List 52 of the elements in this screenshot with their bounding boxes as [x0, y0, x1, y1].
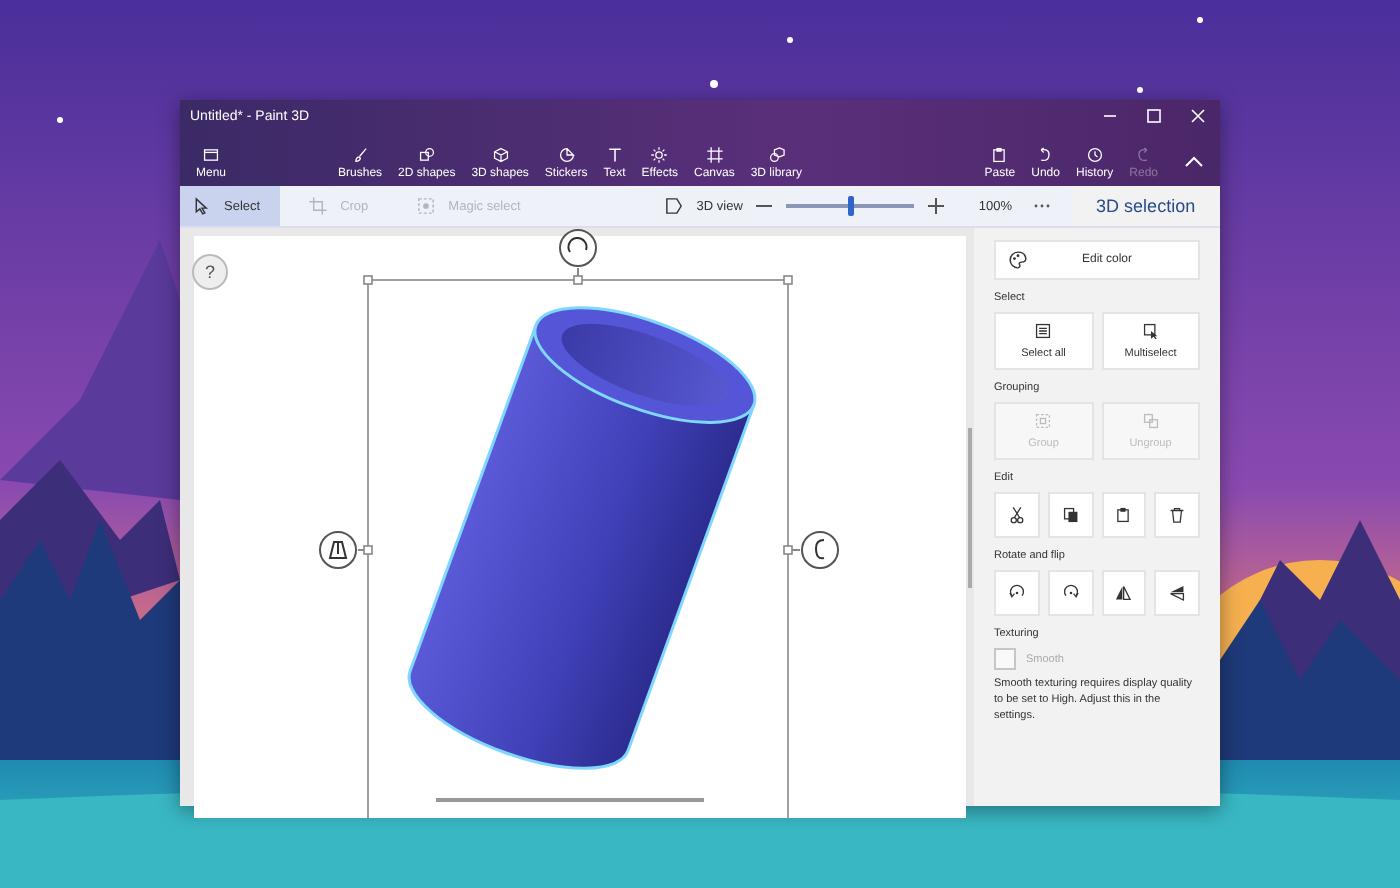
undo-icon [1036, 146, 1055, 164]
star-drawing [1197, 17, 1203, 23]
flip-vertical-button[interactable] [1101, 570, 1147, 616]
delete-button[interactable] [1154, 492, 1200, 538]
ungroup-icon [1141, 412, 1160, 430]
redo-icon [1134, 146, 1153, 164]
selection-box[interactable] [363, 275, 793, 818]
rotate-right-icon [1061, 584, 1080, 602]
history-icon [1085, 146, 1104, 164]
copy-button[interactable] [1047, 492, 1093, 538]
brush-icon [351, 146, 370, 164]
clipboard-icon [990, 146, 1009, 164]
library-icon [767, 146, 786, 164]
magic-select-icon [416, 196, 437, 216]
flip-horizontal-icon [1168, 584, 1187, 602]
group-icon [1034, 412, 1053, 430]
flip-horizontal-button[interactable] [1154, 570, 1200, 616]
multiselect-icon [1141, 322, 1160, 340]
cut-button[interactable] [994, 492, 1040, 538]
rotate-handle-icon[interactable] [559, 229, 597, 277]
select-all-icon [1034, 322, 1053, 340]
sun-icon [650, 146, 669, 164]
star-drawing [710, 80, 718, 88]
rotate-handle-icon[interactable] [791, 531, 839, 569]
shapes-icon [417, 146, 436, 164]
letter-t-icon [605, 146, 624, 164]
copy-icon [1061, 506, 1080, 524]
star-drawing [787, 37, 793, 43]
star-drawing [57, 117, 63, 123]
flip-vertical-icon [1114, 584, 1133, 602]
zoom-in-icon[interactable] [926, 196, 947, 216]
view-3d-icon[interactable] [664, 196, 685, 216]
grid-icon [705, 146, 724, 164]
cube-icon [491, 146, 510, 164]
rotate-left-icon [1007, 584, 1026, 602]
rotate-right-button[interactable] [1047, 570, 1093, 616]
trash-icon [1168, 506, 1187, 524]
palette-icon [1008, 250, 1028, 270]
scissors-icon [1007, 506, 1026, 524]
scrollbar[interactable] [436, 798, 704, 802]
folder-icon [202, 146, 220, 164]
cursor-icon [192, 196, 212, 216]
clipboard-icon [1114, 506, 1133, 524]
star-drawing [1137, 87, 1143, 93]
zoom-slider-thumb[interactable] [847, 196, 854, 216]
scrollbar[interactable] [968, 428, 972, 588]
panel-title: 3D selection [1096, 196, 1196, 216]
rotate-left-button[interactable] [994, 570, 1040, 616]
rotate-handle-icon[interactable] [319, 531, 365, 569]
sticker-icon [557, 146, 576, 164]
paste-button[interactable] [1101, 492, 1147, 538]
crop-icon [308, 196, 329, 216]
